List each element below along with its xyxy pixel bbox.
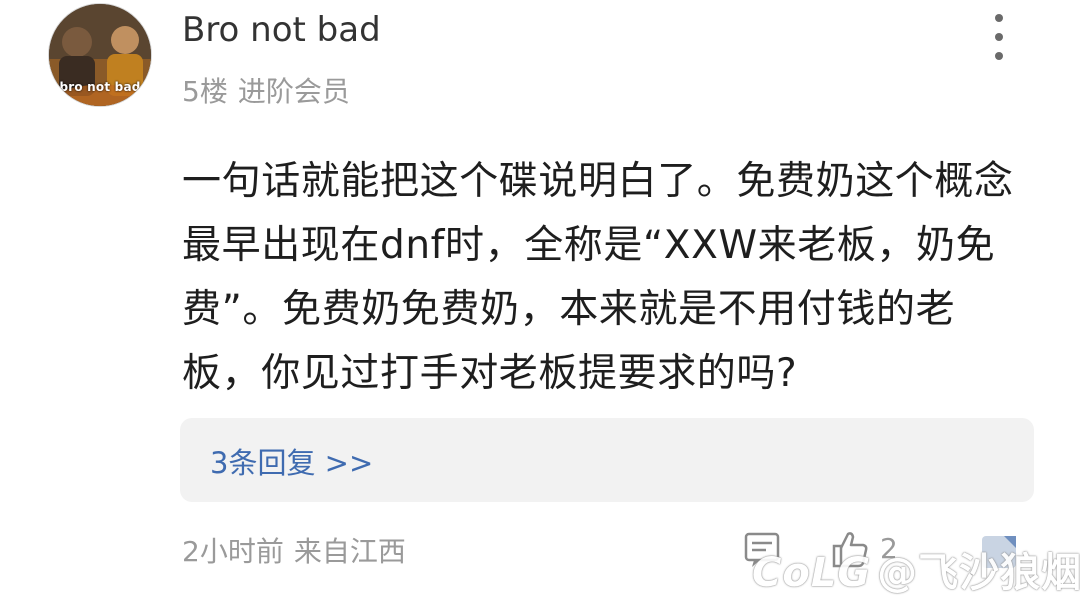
avatar-caption: bro not bad [59,80,141,94]
more-dot [995,14,1003,22]
post-location: 来自江西 [293,535,406,568]
watermark: CoLG @飞沙狼烟 [752,540,1080,598]
watermark-text: @飞沙狼烟 [877,550,1080,596]
member-rank: 进阶会员 [237,75,350,108]
username[interactable]: Bro not bad [182,10,381,50]
comment-line: 费”。免费奶免费奶，本来就是不用付钱的老 [182,287,956,332]
comment-line: 一句话就能把这个碟说明白了。免费奶这个概念 [182,159,1014,204]
more-vertical-icon[interactable] [984,14,1014,60]
floor-number: 5楼 [182,75,228,108]
view-replies-link[interactable]: 3条回复 >> [210,440,373,482]
floor-and-rank: 5楼 进阶会员 [182,70,360,110]
avatar[interactable]: bro not bad [48,3,152,107]
comment-body: 一句话就能把这个碟说明白了。免费奶这个概念 最早出现在dnf时，全称是“XXW来… [182,150,1042,406]
comment-line: 最早出现在dnf时，全称是“XXW来老板，奶免 [182,223,996,268]
more-dot [995,52,1003,60]
watermark-logo: CoLG [752,550,872,596]
replies-preview[interactable]: 3条回复 >> [180,418,1034,502]
more-dot [995,33,1003,41]
comment-line: 板，你见过打手对老板提要求的吗? [182,351,798,396]
post-time: 2小时前 [182,535,284,568]
post-meta: 2小时前 来自江西 [182,530,416,570]
